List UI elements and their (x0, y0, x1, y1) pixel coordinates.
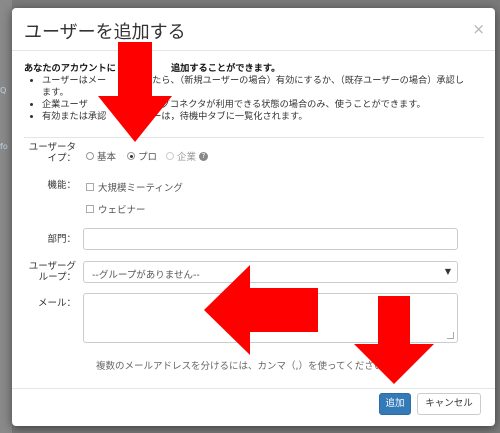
left-arrow-annotation (204, 265, 318, 355)
down-arrow-annotation-button (354, 296, 434, 384)
down-arrow-annotation (98, 42, 172, 142)
annotation-arrows (98, 42, 434, 384)
